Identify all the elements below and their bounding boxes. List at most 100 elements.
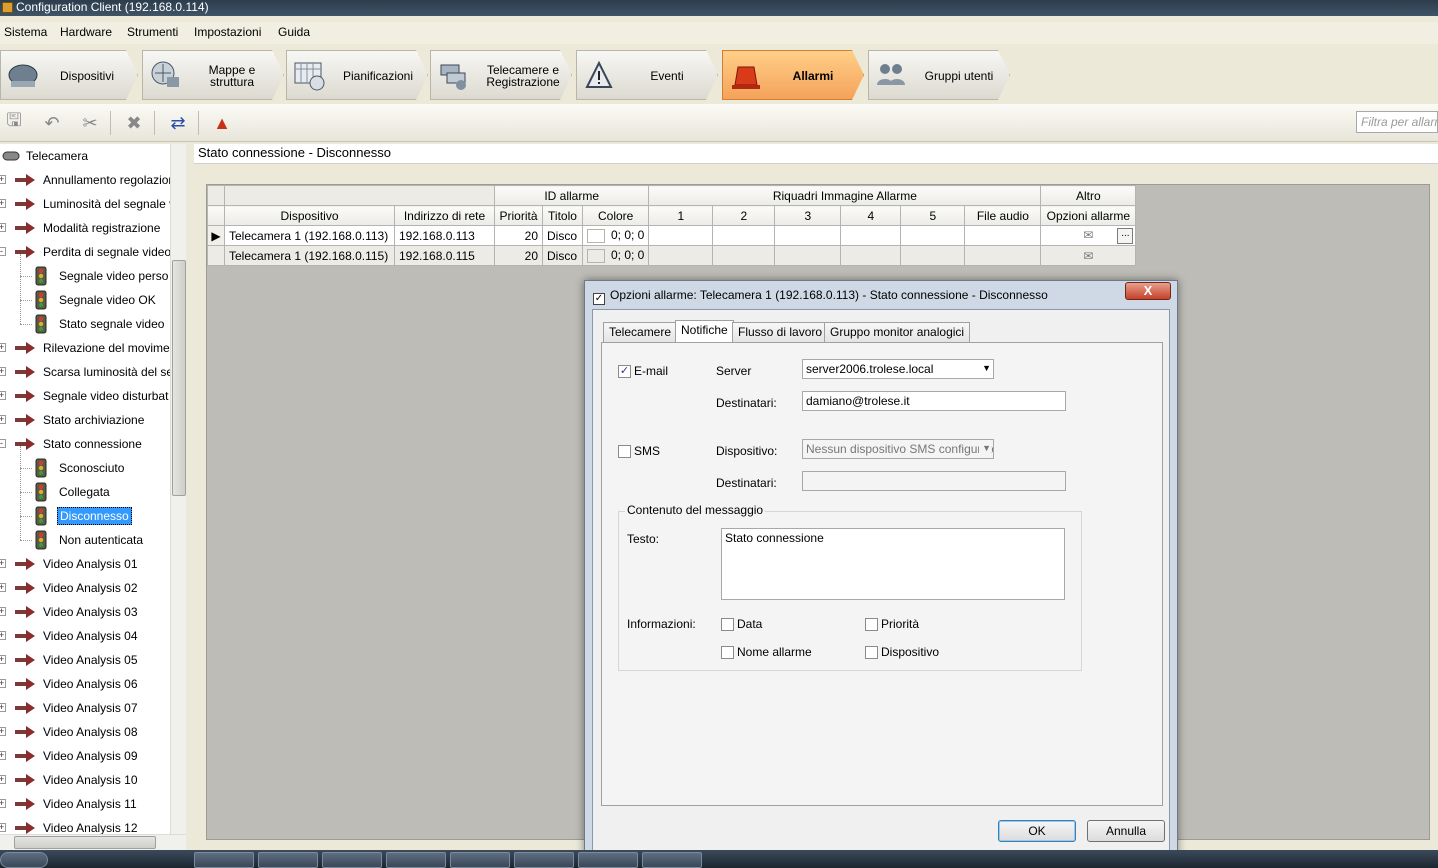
- tree-item[interactable]: Stato segnale video: [34, 312, 166, 336]
- cell-title[interactable]: Disco: [542, 245, 583, 266]
- tree-item[interactable]: Stato connessione: [14, 432, 144, 456]
- close-button[interactable]: X: [1125, 282, 1171, 300]
- module-pianificazioni[interactable]: Pianificazioni: [286, 50, 428, 100]
- expand-icon[interactable]: +: [0, 583, 6, 592]
- alarm-check-icon[interactable]: ▲: [210, 111, 234, 135]
- tab-gruppo-monitor[interactable]: Gruppo monitor analogici: [824, 322, 971, 342]
- message-text-area[interactable]: Stato connessione: [721, 528, 1065, 600]
- tree-vertical-scrollbar[interactable]: [170, 144, 186, 834]
- expand-icon[interactable]: +: [0, 607, 6, 616]
- module-allarmi[interactable]: Allarmi: [722, 50, 864, 100]
- priorita-checkbox[interactable]: [865, 618, 878, 631]
- menu-strumenti[interactable]: Strumenti: [127, 25, 178, 39]
- cell-address[interactable]: 192.168.0.115: [394, 245, 495, 266]
- cell-img-2[interactable]: [712, 245, 776, 266]
- tree-item[interactable]: Non autenticata: [34, 528, 145, 552]
- expand-icon[interactable]: +: [0, 391, 6, 400]
- col-dispositivo[interactable]: Dispositivo: [224, 205, 395, 226]
- taskbar-item[interactable]: [258, 852, 318, 868]
- cell-options[interactable]: ✉...: [1040, 225, 1137, 246]
- alarm-filter-input[interactable]: Filtra per allarm: [1356, 111, 1438, 133]
- tree-item[interactable]: Video Analysis 10: [14, 768, 140, 792]
- taskbar-item[interactable]: [642, 852, 702, 868]
- ok-button[interactable]: OK: [998, 820, 1076, 842]
- save-icon[interactable]: 🖫: [2, 110, 26, 135]
- tree-item[interactable]: Video Analysis 01: [14, 552, 140, 576]
- email-checkbox[interactable]: ✓: [618, 365, 631, 378]
- tree-item[interactable]: Video Analysis 08: [14, 720, 140, 744]
- taskbar-item[interactable]: [578, 852, 638, 868]
- tab-telecamere[interactable]: Telecamere: [603, 322, 678, 342]
- sms-checkbox[interactable]: [618, 445, 631, 458]
- start-button[interactable]: [0, 852, 48, 868]
- tree-item[interactable]: Disconnesso: [34, 504, 132, 528]
- expand-icon[interactable]: +: [0, 655, 6, 664]
- tree-item[interactable]: Scarsa luminosità del se: [14, 360, 175, 384]
- col-opzioni-allarme[interactable]: Opzioni allarme: [1040, 205, 1137, 226]
- tree-horizontal-scrollbar[interactable]: [0, 834, 186, 850]
- nome-allarme-checkbox[interactable]: [721, 646, 734, 659]
- dispositivo-checkbox[interactable]: [865, 646, 878, 659]
- cell-device[interactable]: Telecamera 1 (192.168.0.115): [224, 245, 395, 266]
- cell-priority[interactable]: 20: [494, 245, 543, 266]
- module-dispositivi[interactable]: Dispositivi: [0, 50, 138, 100]
- sms-recipients-input[interactable]: [802, 471, 1066, 491]
- taskbar-item[interactable]: [514, 852, 574, 868]
- menu-impostazioni[interactable]: Impostazioni: [194, 25, 261, 39]
- expand-icon[interactable]: +: [0, 823, 6, 832]
- cell-audio[interactable]: [964, 225, 1042, 246]
- tree-item[interactable]: Video Analysis 02: [14, 576, 140, 600]
- expand-icon[interactable]: +: [0, 343, 6, 352]
- cancel-button[interactable]: Annulla: [1087, 820, 1165, 842]
- cell-img-3[interactable]: [774, 245, 842, 266]
- cell-img-1[interactable]: [648, 225, 714, 246]
- expand-icon[interactable]: +: [0, 799, 6, 808]
- tree-item[interactable]: Video Analysis 11: [14, 792, 139, 816]
- cell-img-5[interactable]: [900, 245, 966, 266]
- tree-item[interactable]: Luminosità del segnale v: [14, 192, 177, 216]
- col-img-1[interactable]: 1: [648, 205, 714, 226]
- expand-icon[interactable]: +: [0, 199, 6, 208]
- scrollbar-thumb[interactable]: [172, 260, 186, 496]
- cell-color[interactable]: 0; 0; 0: [581, 225, 650, 246]
- expand-icon[interactable]: +: [0, 727, 6, 736]
- email-recipients-input[interactable]: damiano@trolese.it: [802, 391, 1066, 411]
- module-eventi[interactable]: Eventi: [576, 50, 718, 100]
- expand-icon[interactable]: +: [0, 175, 6, 184]
- tree-item[interactable]: Video Analysis 06: [14, 672, 140, 696]
- server-select[interactable]: server2006.trolese.local ▼: [802, 359, 994, 379]
- tree-item[interactable]: Rilevazione del movime: [14, 336, 172, 360]
- cell-options[interactable]: ✉: [1040, 245, 1137, 266]
- tree-item[interactable]: Modalità registrazione: [14, 216, 162, 240]
- expand-icon[interactable]: +: [0, 631, 6, 640]
- cell-img-3[interactable]: [774, 225, 842, 246]
- tab-notifiche[interactable]: Notifiche: [675, 320, 734, 343]
- tree-item[interactable]: Segnale video disturbat: [14, 384, 170, 408]
- expand-icon[interactable]: +: [0, 415, 6, 424]
- cell-audio[interactable]: [964, 245, 1042, 266]
- taskbar-item[interactable]: [322, 852, 382, 868]
- expand-icon[interactable]: +: [0, 703, 6, 712]
- col-indirizzo[interactable]: Indirizzo di rete: [394, 205, 495, 226]
- tree-root[interactable]: Telecamera: [2, 144, 90, 168]
- tree-item[interactable]: Video Analysis 04: [14, 624, 140, 648]
- tree-item[interactable]: Segnale video perso: [34, 264, 170, 288]
- cell-img-1[interactable]: [648, 245, 714, 266]
- cell-img-2[interactable]: [712, 225, 776, 246]
- cell-img-4[interactable]: [840, 245, 902, 266]
- col-colore[interactable]: Colore: [581, 205, 650, 226]
- tree-item[interactable]: Annullamento regolazion: [14, 168, 177, 192]
- module-gruppi-utenti[interactable]: Gruppi utenti: [868, 50, 1010, 100]
- tree-item[interactable]: Sconosciuto: [34, 456, 126, 480]
- col-titolo[interactable]: Titolo: [542, 205, 583, 226]
- table-row[interactable]: Telecamera 1 (192.168.0.115) 192.168.0.1…: [207, 245, 1137, 266]
- scrollbar-thumb[interactable]: [14, 836, 156, 849]
- taskbar-item[interactable]: [194, 852, 254, 868]
- cell-priority[interactable]: 20: [494, 225, 543, 246]
- col-img-3[interactable]: 3: [774, 205, 842, 226]
- col-priorita[interactable]: Priorità: [494, 205, 543, 226]
- col-file-audio[interactable]: File audio: [964, 205, 1042, 226]
- cell-device[interactable]: Telecamera 1 (192.168.0.113): [224, 225, 395, 246]
- tree-item[interactable]: Video Analysis 09: [14, 744, 140, 768]
- expand-icon[interactable]: +: [0, 367, 6, 376]
